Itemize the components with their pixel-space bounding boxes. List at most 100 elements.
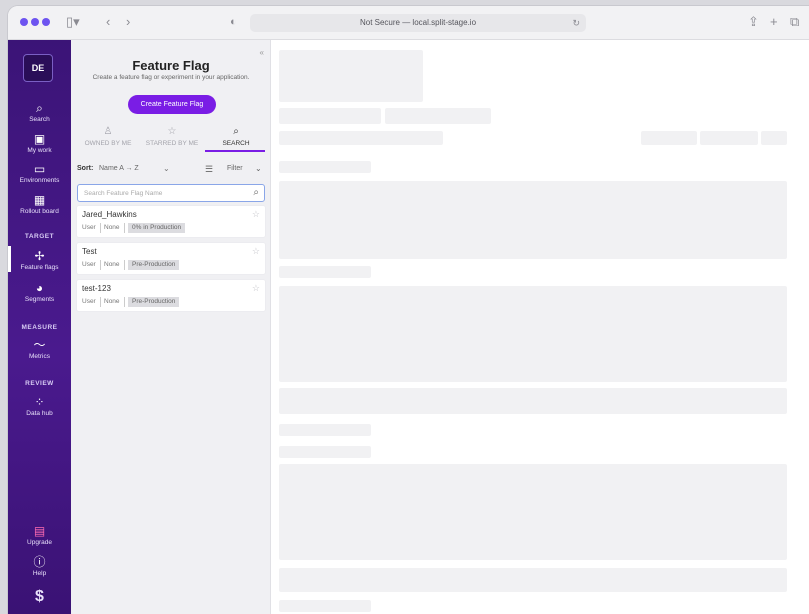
split-logo-icon[interactable]: $ [8,588,71,606]
nav-item-upgrade[interactable]: ▤ Upgrade [8,524,71,546]
nav-item-label: Help [32,570,47,577]
gift-icon: ▤ [33,524,46,538]
tab-search[interactable]: ⌕ SEARCH [205,126,267,147]
nav-item-help[interactable]: ⓘ Help [8,555,71,577]
nav-item-label: My work [27,147,52,154]
left-navigation: DE ⌕ Search ▣ My work ▭ Environments ▦ R… [8,40,71,614]
nav-item-data-hub[interactable]: ⁘ Data hub [8,395,71,417]
panel-title: Feature Flag [132,58,210,73]
star-icon[interactable]: ☆ [252,246,260,257]
nav-section-review: REVIEW [25,380,54,387]
nav-item-label: Rollout board [20,208,59,215]
avatar[interactable]: DE [23,54,53,82]
search-icon: ⌕ [36,101,43,115]
skeleton-block [761,131,787,145]
segments-icon: ◕ [35,281,44,295]
sort-label: Sort: [77,165,94,172]
flag-traffic-type: User [82,261,96,268]
nav-item-label: Search [29,116,50,123]
nav-item-label: Environments [19,177,60,184]
divider [100,297,101,307]
star-icon[interactable]: ☆ [252,283,260,294]
flag-owner: None [104,261,120,268]
monitor-icon: ▭ [33,162,46,176]
browser-window: ▯▾ ‹ › ◐ Not Secure — local.split-stage.… [8,6,809,614]
nav-item-feature-flags[interactable]: ✢ Feature flags [8,249,71,271]
nav-item-environments[interactable]: ▭ Environments [8,162,71,184]
create-feature-flag-button[interactable]: Create Feature Flag [128,95,216,114]
skeleton-block [700,131,758,145]
status-badge: 0% in Production [128,223,186,233]
nav-section-target: TARGET [24,233,55,240]
feature-flag-panel: « Feature Flag Create a feature flag or … [71,40,271,614]
skeleton-block [641,131,697,145]
search-icon[interactable]: ⌕ [253,187,259,198]
skeleton-block [279,446,371,458]
shield-icon[interactable]: ◐ [230,14,237,30]
nav-item-my-work[interactable]: ▣ My work [8,132,71,154]
help-icon: ⓘ [33,555,46,569]
flag-name: test-123 [82,284,111,293]
flag-list-item[interactable]: Test ☆ User None Pre-Production [77,243,265,274]
search-input[interactable] [84,188,244,199]
browser-toolbar: ▯▾ ‹ › ◐ Not Secure — local.split-stage.… [8,6,809,40]
nav-item-label: Feature flags [20,264,59,271]
minimize-window-button[interactable] [31,18,39,26]
filter-button[interactable]: ☰ Filter ⌄ [205,163,265,177]
back-icon[interactable]: ‹ [106,14,110,30]
star-icon[interactable]: ☆ [252,209,260,220]
active-tab-underline [205,150,265,152]
status-badge: Pre-Production [128,260,180,270]
divider [100,223,101,233]
tab-label: OWNED BY ME [84,140,132,147]
tabs-overview-icon[interactable]: ⧉ [790,14,799,30]
flag-traffic-type: User [82,224,96,231]
filter-label: Filter [227,165,243,172]
skeleton-block [385,108,491,124]
skeleton-block [279,568,787,592]
chevron-down-icon: ⌄ [255,164,262,173]
tab-owned-by-me[interactable]: ♙ OWNED BY ME [77,126,139,147]
flag-list-item[interactable]: Jared_Hawkins ☆ User None 0% in Producti… [77,206,265,237]
search-icon: ⌕ [233,126,239,137]
board-icon: ▦ [33,193,46,207]
chevron-down-icon[interactable]: ⌄ [163,164,170,173]
tab-label: STARRED BY ME [145,140,199,147]
nav-item-segments[interactable]: ◕ Segments [8,281,71,303]
skeleton-block [279,424,371,436]
sidebar-toggle-icon[interactable]: ▯▾ [66,14,80,30]
sort-dropdown[interactable]: Name A → Z [99,165,139,172]
nav-item-rollout-board[interactable]: ▦ Rollout board [8,193,71,215]
nav-item-label: Data hub [26,410,53,417]
share-icon[interactable]: ⇪ [748,14,759,30]
flag-list-item[interactable]: test-123 ☆ User None Pre-Production [77,280,265,311]
skeleton-block [279,131,443,145]
collapse-panel-icon[interactable]: « [260,48,264,57]
close-window-button[interactable] [20,18,28,26]
tab-starred-by-me[interactable]: ☆ STARRED BY ME [141,126,203,147]
data-hub-icon: ⁘ [34,395,45,409]
sort-filter-row: Sort: Name A → Z ⌄ ☰ Filter ⌄ [77,163,265,177]
reload-icon[interactable]: ↻ [572,14,580,32]
skeleton-block [279,50,423,102]
flag-name: Jared_Hawkins [82,210,137,219]
divider [124,297,125,307]
nav-item-label: Metrics [29,353,50,360]
flag-traffic-type: User [82,298,96,305]
tab-label: SEARCH [222,140,250,147]
skeleton-block [279,600,371,612]
skeleton-block [279,161,371,173]
new-tab-icon[interactable]: + [770,14,778,30]
briefcase-icon: ▣ [33,132,46,146]
divider [124,223,125,233]
nav-item-label: Upgrade [27,539,52,546]
skeleton-block [279,181,787,259]
flag-owner: None [104,224,120,231]
address-bar[interactable]: Not Secure — local.split-stage.io ↻ [250,14,586,32]
divider [124,260,125,270]
forward-icon[interactable]: › [126,14,130,30]
nav-item-search[interactable]: ⌕ Search [8,101,71,123]
skeleton-block [279,286,787,382]
nav-item-metrics[interactable]: 〜 Metrics [8,338,71,360]
zoom-window-button[interactable] [42,18,50,26]
